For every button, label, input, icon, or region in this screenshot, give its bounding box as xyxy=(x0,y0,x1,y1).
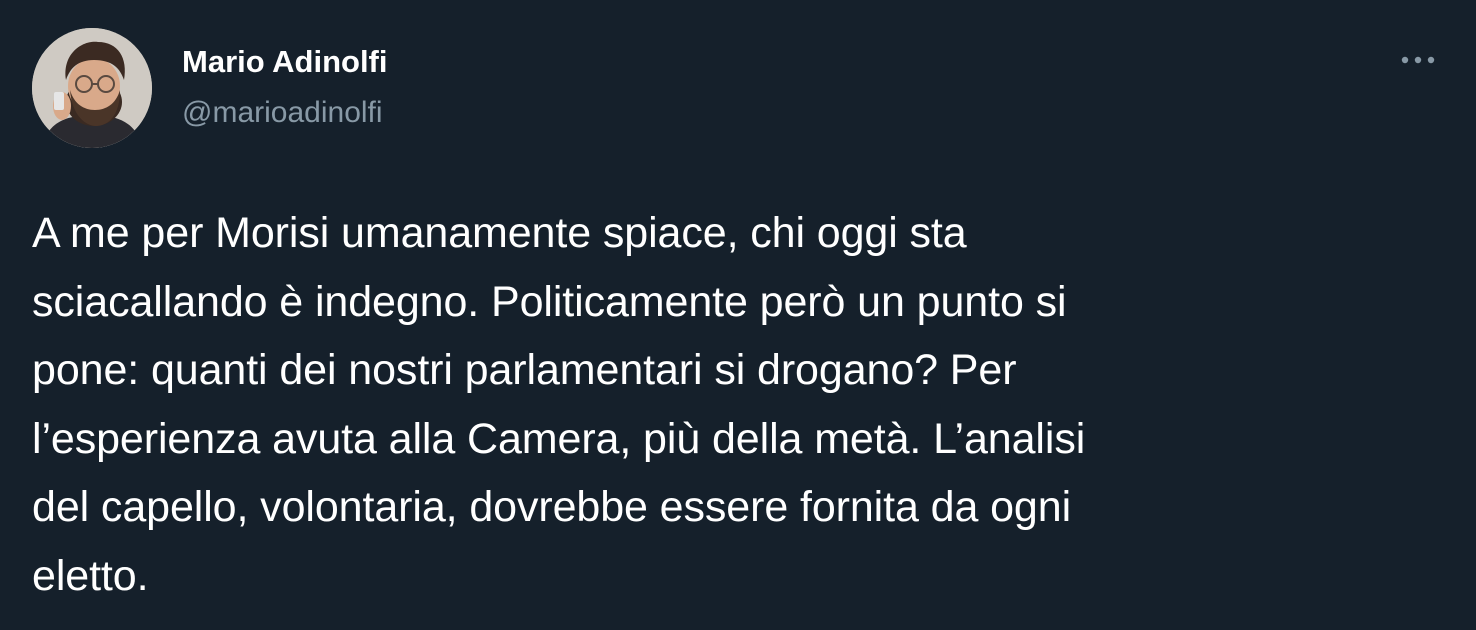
author-handle[interactable]: @marioadinolfi xyxy=(182,95,383,131)
avatar-portrait-icon xyxy=(32,28,152,148)
author-name[interactable]: Mario Adinolfi xyxy=(182,44,388,80)
user-avatar[interactable] xyxy=(32,28,152,148)
more-horizontal-icon xyxy=(1401,56,1435,64)
more-options-button[interactable] xyxy=(1398,42,1438,78)
tweet-text: A me per Morisi umanamente spiace, chi o… xyxy=(32,209,1086,600)
tweet-card: Mario Adinolfi @marioadinolfi A me per M… xyxy=(0,0,1476,630)
